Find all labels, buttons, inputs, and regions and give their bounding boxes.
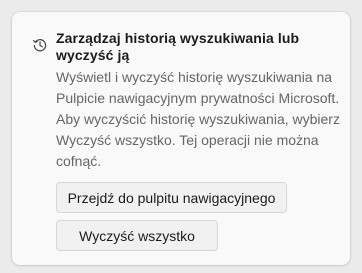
history-settings-card: Zarządzaj historią wyszukiwania lub wycz… — [12, 12, 350, 265]
section-title: Zarządzaj historią wyszukiwania lub wycz… — [56, 30, 300, 63]
history-icon — [32, 37, 48, 53]
go-to-dashboard-button[interactable]: Przejdź do pulpitu nawigacyjnego — [56, 182, 287, 213]
clear-all-button[interactable]: Wyczyść wszystko — [56, 220, 218, 251]
section-description: Wyświetl i wyczyść historię wyszukiwania… — [56, 69, 340, 169]
card-header: Zarządzaj historią wyszukiwania lub wycz… — [32, 30, 332, 64]
